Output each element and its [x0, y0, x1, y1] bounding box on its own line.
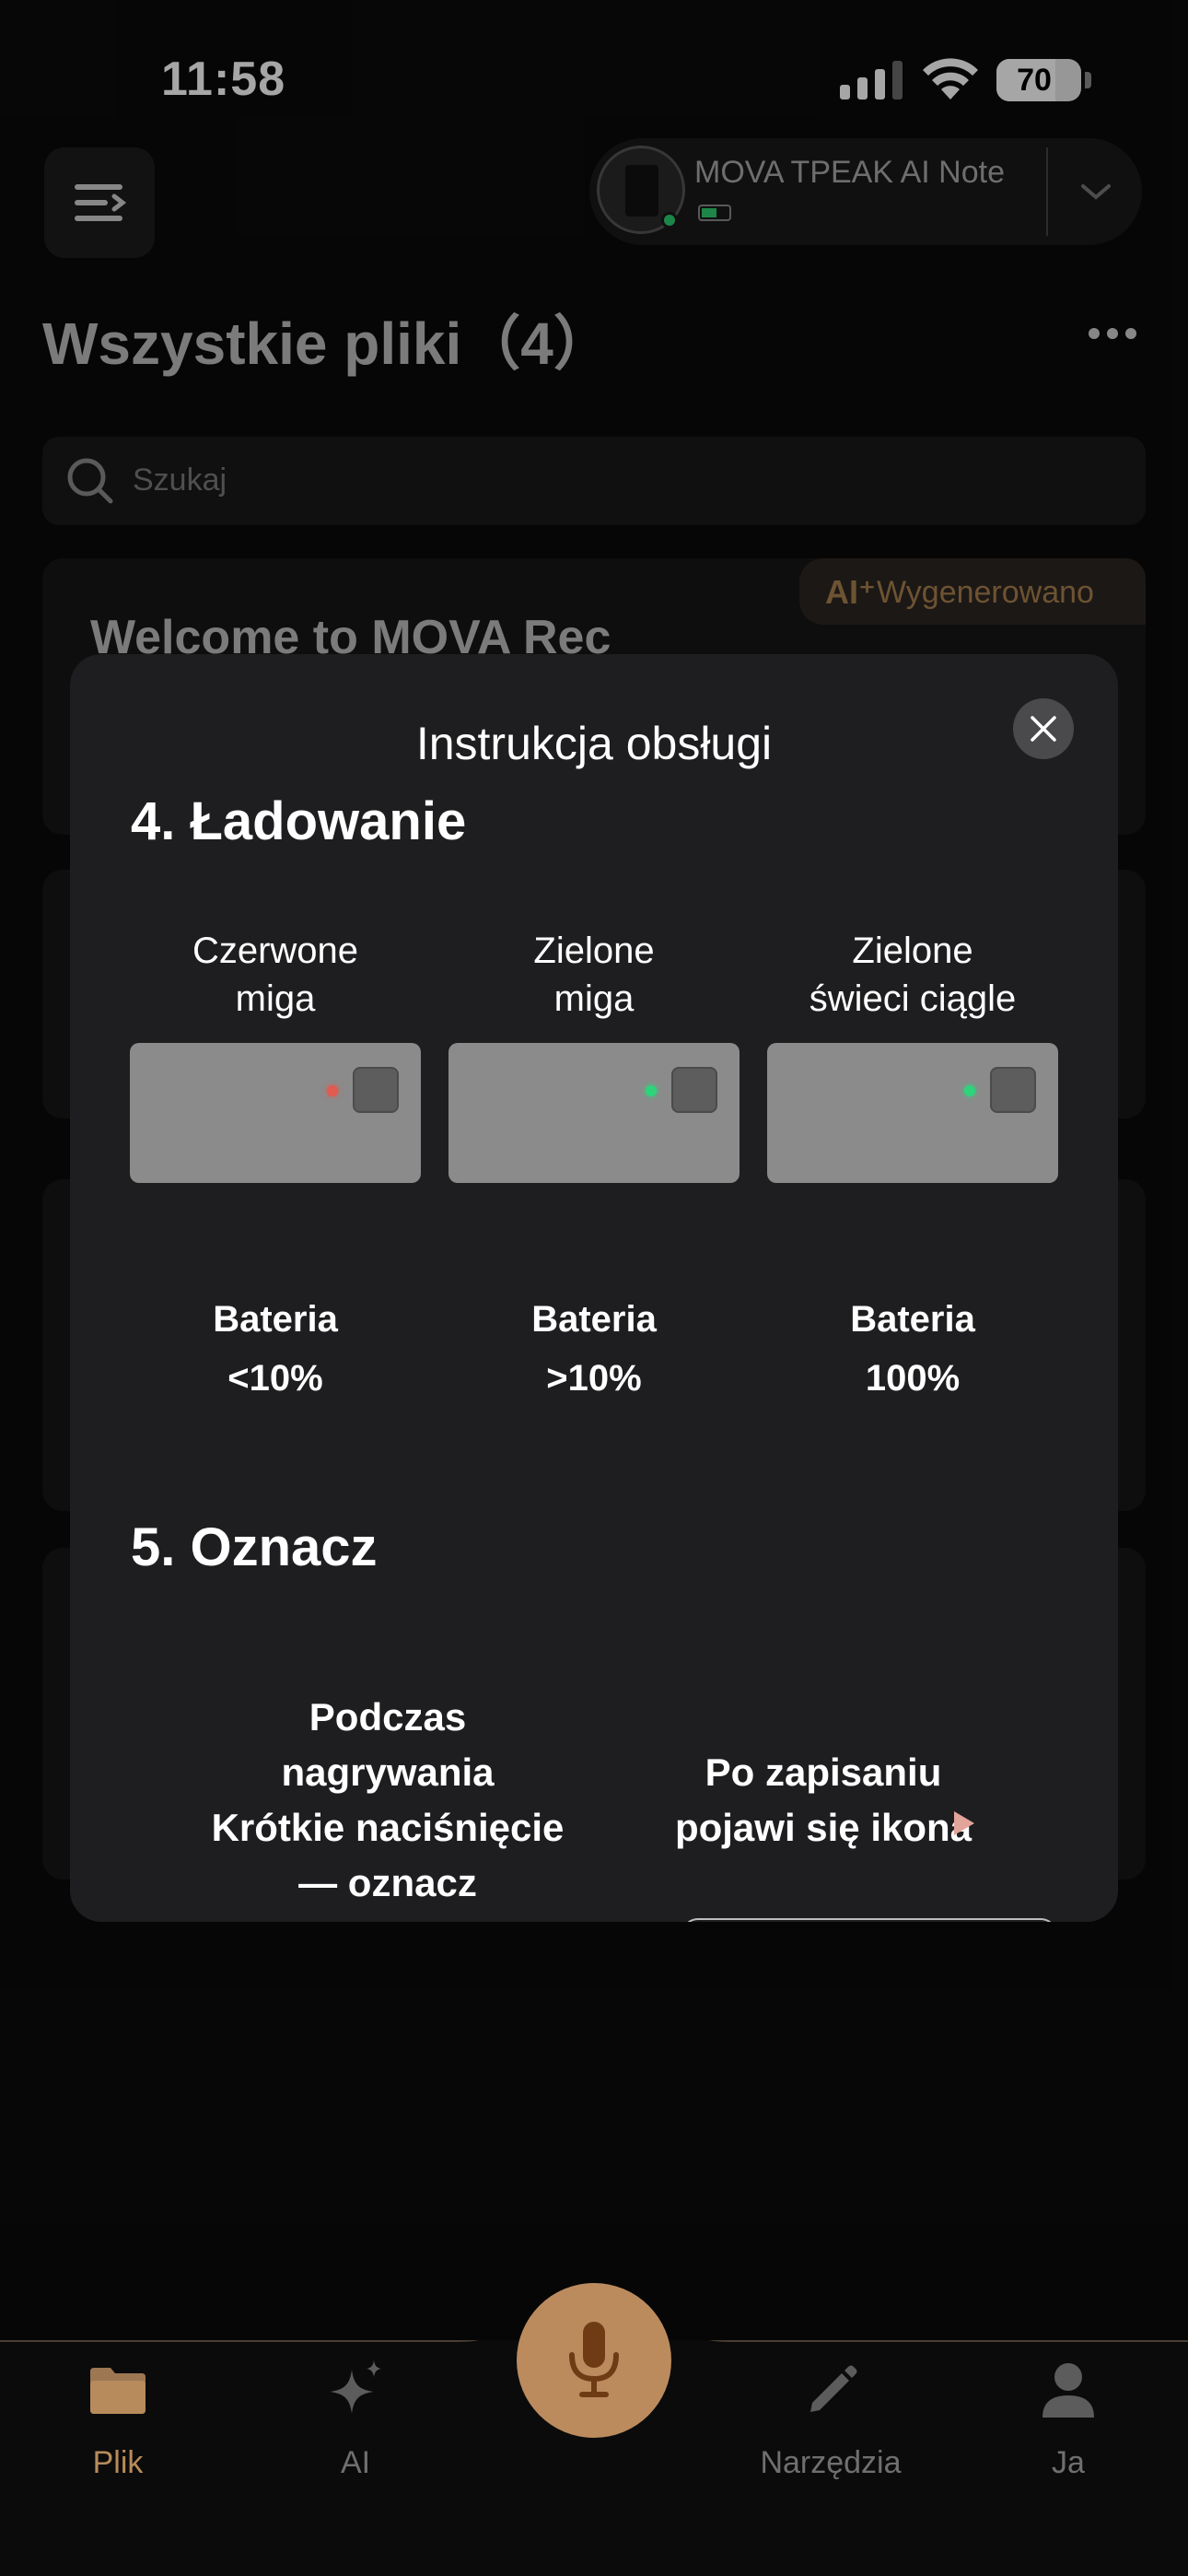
device-button-illustration: [353, 1067, 399, 1113]
modal-title: Instrukcja obsługi: [415, 718, 773, 769]
play-triangle-icon: [954, 1811, 974, 1835]
device-illustration: [767, 1043, 1058, 1183]
screen: 11:58 70 MOVA TPEAK AI Note Wszystkie pl…: [0, 0, 1188, 2576]
record-button[interactable]: [517, 2283, 671, 2438]
led-state-label-line: Czerwone: [192, 931, 359, 971]
led-state-label-line: miga: [553, 978, 635, 1019]
mark-instruction-text: Podczas nagrywania Krótkie naciśnięcie —…: [98, 1690, 678, 1911]
mark-instruction-line: Podczas: [309, 1695, 467, 1739]
led-state-label-line: Zielone: [852, 931, 973, 971]
battery-level-line: Bateria: [531, 1299, 657, 1340]
device-button-illustration: [671, 1067, 717, 1113]
battery-level-line: >10%: [546, 1358, 642, 1399]
battery-level-line: Bateria: [850, 1299, 975, 1340]
folder-icon: [90, 2368, 146, 2414]
device-button-illustration: [990, 1067, 1036, 1113]
mark-instruction-line: nagrywania: [281, 1751, 495, 1794]
nav-item-narzedzia[interactable]: Narzędzia: [757, 2359, 904, 2506]
battery-level-line: Bateria: [213, 1299, 338, 1340]
nav-label-plik: Plik: [92, 2445, 144, 2480]
battery-level-line: 100%: [865, 1358, 961, 1399]
mark-instruction-line: — oznacz: [298, 1861, 477, 1904]
nav-item-plik[interactable]: Plik: [44, 2359, 192, 2506]
led-indicator: [646, 1085, 657, 1096]
nav-label-narzedzia: Narzędzia: [760, 2445, 902, 2480]
led-state-label: Zielone miga: [430, 927, 758, 1023]
mark-instruction-line: Krótkie naciśnięcie: [211, 1806, 565, 1849]
pencil-icon: [810, 2365, 857, 2412]
led-state-label-line: miga: [235, 978, 316, 1019]
device-illustration: [448, 1043, 740, 1183]
nav-item-ai[interactable]: AI: [282, 2359, 429, 2506]
led-indicator: [327, 1085, 338, 1096]
nav-label-ja: Ja: [1052, 2445, 1085, 2480]
led-indicator: [964, 1085, 975, 1096]
battery-level-line: <10%: [227, 1358, 323, 1399]
led-state-label: Czerwone miga: [111, 927, 439, 1023]
battery-level-label: Bateria 100%: [758, 1290, 1067, 1408]
nav-label-ai: AI: [340, 2445, 371, 2480]
close-icon: [1031, 716, 1056, 742]
close-button[interactable]: [1013, 698, 1074, 759]
nav-item-ja[interactable]: Ja: [995, 2359, 1142, 2506]
section-heading-mark: 5. Oznacz: [131, 1517, 378, 1577]
mark-result-line: Po zapisaniu: [705, 1751, 942, 1794]
section-heading-charging: 4. Ładowanie: [131, 791, 467, 851]
sparkle-icon: [330, 2360, 381, 2414]
person-icon: [1042, 2363, 1094, 2418]
device-illustration: [130, 1043, 421, 1183]
led-state-label-line: Zielone: [533, 931, 655, 971]
led-state-label-line: świeci ciągle: [809, 978, 1017, 1019]
led-state-label: Zielone świeci ciągle: [749, 927, 1077, 1023]
app-screen-illustration: [681, 1918, 1057, 1922]
instructions-modal: Instrukcja obsługi 4. Ładowanie Czerwone…: [70, 654, 1118, 1922]
battery-level-label: Bateria >10%: [439, 1290, 749, 1408]
battery-level-label: Bateria <10%: [121, 1290, 430, 1408]
mark-result-text: Po zapisaniu pojawi się ikona: [630, 1745, 1017, 1856]
microphone-icon: [569, 2322, 619, 2397]
